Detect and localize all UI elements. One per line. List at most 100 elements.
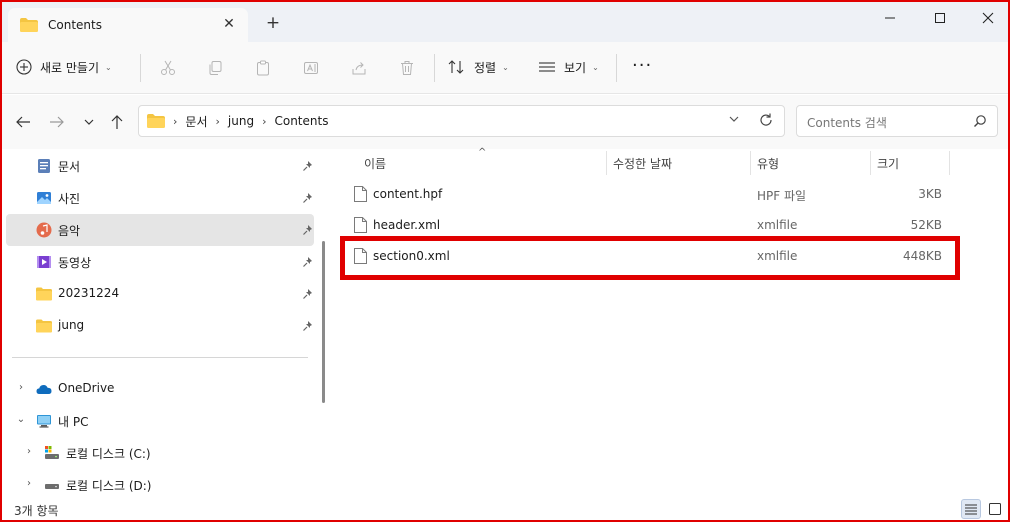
pin-icon[interactable] xyxy=(302,320,314,332)
details-view-button[interactable] xyxy=(961,499,981,519)
cut-button[interactable] xyxy=(158,58,178,78)
table-row[interactable]: content.hpf HPF 파일 3KB xyxy=(342,179,952,209)
search-icon xyxy=(974,115,986,127)
music-icon xyxy=(36,222,52,238)
sidebar-item-label: 동영상 xyxy=(58,256,92,270)
delete-button[interactable] xyxy=(397,58,417,78)
chevron-right-icon[interactable]: › xyxy=(24,446,34,457)
trash-icon xyxy=(401,61,413,75)
sidebar-divider xyxy=(12,357,308,358)
pin-icon[interactable] xyxy=(302,224,314,236)
sidebar-item-music[interactable]: 음악 xyxy=(6,214,314,246)
sidebar-item-this-pc[interactable]: ⌄ 내 PC xyxy=(6,405,314,437)
pin-icon[interactable] xyxy=(302,288,314,300)
copy-button[interactable] xyxy=(205,58,225,78)
toolbar-divider xyxy=(140,54,141,82)
column-divider[interactable] xyxy=(606,151,607,175)
chevron-right-icon[interactable]: › xyxy=(24,478,34,489)
sidebar-item-drive-d[interactable]: › 로컬 디스크 (D:) xyxy=(14,469,322,501)
plus-circle-icon xyxy=(16,59,32,75)
refresh-button[interactable] xyxy=(758,112,774,131)
arrow-right-icon xyxy=(50,116,64,128)
rename-icon xyxy=(304,62,318,74)
sidebar-item-onedrive[interactable]: › OneDrive xyxy=(6,373,314,405)
column-divider[interactable] xyxy=(870,151,871,175)
share-button[interactable] xyxy=(349,58,369,78)
pin-icon[interactable] xyxy=(302,192,314,204)
cloud-icon xyxy=(36,385,52,394)
file-icon xyxy=(354,217,367,233)
minimize-icon xyxy=(885,17,895,19)
column-header-type[interactable]: 유형 xyxy=(757,149,779,177)
breadcrumb-item[interactable]: Contents xyxy=(274,114,328,128)
column-header-label: 유형 xyxy=(757,156,780,171)
search-placeholder: Contents 검색 xyxy=(807,116,887,130)
search-button[interactable] xyxy=(973,114,987,131)
file-type: xmlfile xyxy=(757,249,798,263)
copy-icon xyxy=(209,61,222,75)
sidebar-item-pictures[interactable]: 사진 xyxy=(6,182,314,214)
search-input[interactable]: Contents 검색 xyxy=(796,105,998,137)
sidebar-item-folder-20231224[interactable]: 20231224 xyxy=(6,278,314,310)
tiles-view-icon xyxy=(989,503,1001,515)
item-count: 3개 항목 xyxy=(14,504,59,518)
pin-icon[interactable] xyxy=(302,256,314,268)
address-bar[interactable]: › 문서 › jung › Contents xyxy=(138,105,785,137)
clipboard-icon xyxy=(257,60,269,76)
pin-icon[interactable] xyxy=(302,160,314,172)
close-tab-button[interactable]: ✕ xyxy=(222,17,236,31)
sidebar-item-label: OneDrive xyxy=(58,381,115,395)
document-icon xyxy=(38,159,50,173)
view-button[interactable]: 보기 ⌄ xyxy=(538,56,599,78)
up-button[interactable] xyxy=(106,112,128,132)
sidebar-scrollbar-thumb[interactable] xyxy=(322,241,325,403)
close-window-button[interactable] xyxy=(968,8,1008,28)
file-name: section0.xml xyxy=(373,249,450,263)
breadcrumb-item[interactable]: 문서 xyxy=(185,113,207,130)
file-size: 448KB xyxy=(902,249,942,263)
share-icon xyxy=(352,62,366,75)
close-icon xyxy=(982,12,994,24)
chevron-right-icon[interactable]: › xyxy=(16,382,26,393)
sidebar-item-label: 문서 xyxy=(58,160,81,174)
table-row[interactable]: header.xml xmlfile 52KB xyxy=(342,210,952,240)
table-row[interactable]: section0.xml xmlfile 448KB xyxy=(342,241,952,271)
column-header-modified[interactable]: 수정한 날짜 xyxy=(613,149,672,177)
sidebar-item-drive-c[interactable]: › 로컬 디스크 (C:) xyxy=(14,437,322,469)
column-divider[interactable] xyxy=(949,151,950,175)
sidebar-item-folder-jung[interactable]: jung xyxy=(6,310,314,342)
new-button[interactable]: 새로 만들기 ⌄ xyxy=(16,56,112,78)
sidebar-item-videos[interactable]: 동영상 xyxy=(6,246,314,278)
new-tab-button[interactable]: + xyxy=(264,14,282,32)
address-history-dropdown[interactable] xyxy=(728,114,740,127)
breadcrumb-item[interactable]: jung xyxy=(228,114,254,128)
sort-button[interactable]: 정렬 ⌄ xyxy=(448,56,509,78)
column-header-name[interactable]: 이름 xyxy=(364,149,386,177)
maximize-button[interactable] xyxy=(920,8,960,28)
tab-contents[interactable]: Contents ✕ xyxy=(8,8,248,42)
paste-button[interactable] xyxy=(253,58,273,78)
forward-button[interactable] xyxy=(46,112,68,132)
column-header-size[interactable]: 크기 xyxy=(877,149,899,177)
tiles-view-button[interactable] xyxy=(985,499,1005,519)
column-divider[interactable] xyxy=(750,151,751,175)
breadcrumb-separator: › xyxy=(262,114,267,128)
sidebar-item-documents[interactable]: 문서 xyxy=(6,150,314,182)
minimize-button[interactable] xyxy=(870,8,910,28)
chevron-down-icon: ⌄ xyxy=(502,62,509,72)
chevron-down-icon[interactable]: ⌄ xyxy=(16,414,26,425)
sidebar-item-label: 로컬 디스크 (D:) xyxy=(66,479,152,493)
back-button[interactable] xyxy=(12,112,34,132)
column-header-label: 수정한 날짜 xyxy=(613,156,673,171)
breadcrumb-separator: › xyxy=(215,114,220,128)
more-options-button[interactable]: ··· xyxy=(632,55,652,76)
rename-button[interactable] xyxy=(301,58,321,78)
sidebar-item-label: 내 PC xyxy=(58,415,89,429)
file-icon xyxy=(354,186,367,202)
sidebar-item-label: jung xyxy=(58,318,85,332)
new-button-label: 새로 만들기 xyxy=(40,60,100,75)
recent-locations-button[interactable] xyxy=(78,112,100,132)
scissors-icon xyxy=(161,60,175,75)
file-type: xmlfile xyxy=(757,218,798,232)
sidebar-item-label: 사진 xyxy=(58,192,81,206)
